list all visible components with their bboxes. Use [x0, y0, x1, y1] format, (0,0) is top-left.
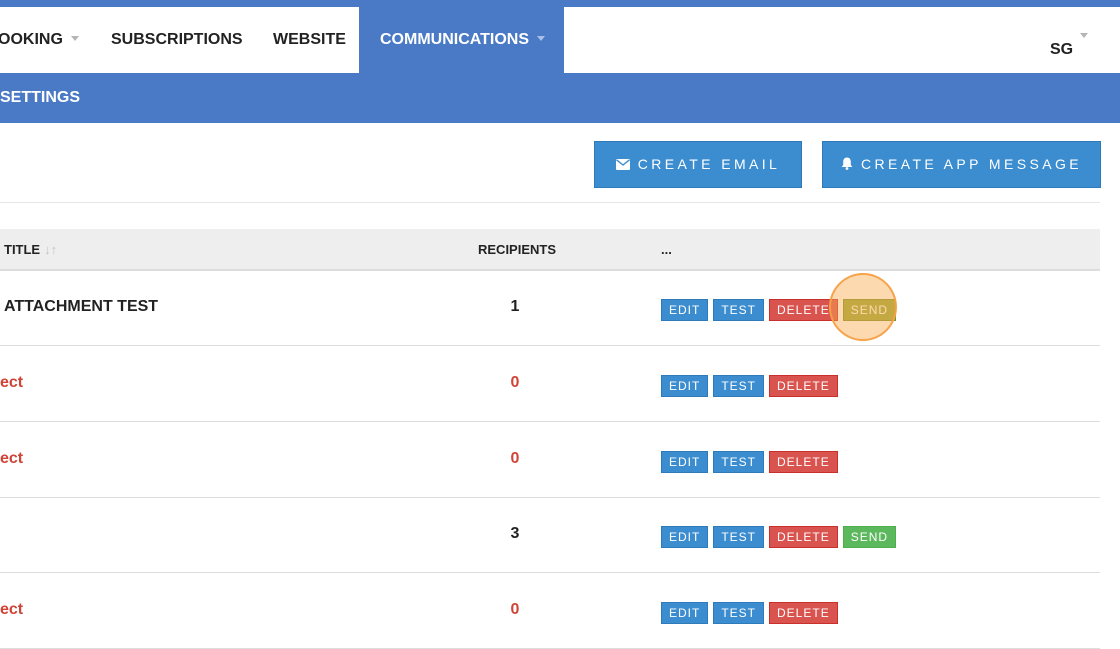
table-header: TITLE ↓↑ RECIPIENTS ...	[0, 229, 1100, 271]
create-app-message-button[interactable]: CREATE APP MESSAGE	[822, 141, 1101, 188]
create-email-button[interactable]: CREATE EMAIL	[594, 141, 802, 188]
test-button[interactable]: TEST	[713, 299, 765, 321]
sort-icon: ↓↑	[44, 242, 58, 257]
nav-item-label: SUBSCRIPTIONS	[111, 31, 243, 48]
row-title[interactable]: ect	[0, 423, 23, 495]
edit-button[interactable]: EDIT	[661, 526, 709, 548]
create-email-label: CREATE EMAIL	[637, 156, 781, 172]
column-actions-label: ...	[661, 242, 672, 257]
edit-button[interactable]: EDIT	[661, 375, 709, 397]
send-button[interactable]: SEND	[842, 299, 897, 321]
envelope-icon	[615, 159, 630, 170]
row-title[interactable]: ect	[0, 347, 23, 419]
create-app-message-label: CREATE APP MESSAGE	[861, 156, 1082, 172]
column-header-actions: ...	[661, 229, 672, 271]
nav-item-subscriptions[interactable]: SUBSCRIPTIONS	[111, 7, 243, 73]
test-button[interactable]: TEST	[713, 602, 765, 624]
nav-item-label: COMMUNICATIONS	[380, 31, 530, 48]
nav-item-website[interactable]: WEBSITE	[273, 7, 346, 73]
nav-item-booking[interactable]: OOKING	[0, 7, 79, 73]
column-title-label: TITLE	[4, 242, 41, 257]
row-recipients: 3	[510, 525, 520, 542]
delete-button[interactable]: DELETE	[769, 299, 838, 321]
test-button[interactable]: TEST	[713, 526, 765, 548]
row-actions: EDIT TEST DELETE	[661, 451, 843, 473]
top-accent-strip	[0, 0, 1120, 7]
delete-button[interactable]: DELETE	[769, 375, 838, 397]
sub-navbar: SETTINGS	[0, 73, 1120, 123]
delete-button[interactable]: DELETE	[769, 526, 838, 548]
subnav-item-settings[interactable]: SETTINGS	[0, 73, 80, 123]
toolbar-divider	[0, 202, 1100, 203]
row-recipients: 0	[510, 450, 520, 467]
table-row: ect 0 EDIT TEST DELETE	[0, 347, 1100, 422]
test-button[interactable]: TEST	[713, 451, 765, 473]
nav-item-label: WEBSITE	[273, 31, 346, 48]
row-recipients: 0	[510, 374, 520, 391]
chevron-down-icon	[70, 36, 79, 41]
column-recipients-label: RECIPIENTS	[478, 242, 557, 257]
row-title[interactable]: ect	[0, 574, 23, 646]
table-row: ATTACHMENT TEST 1 EDIT TEST DELETE SEND	[0, 271, 1100, 346]
table-row: ect 0 EDIT TEST DELETE	[0, 574, 1100, 649]
edit-button[interactable]: EDIT	[661, 602, 709, 624]
nav-item-label: OOKING	[0, 31, 63, 48]
row-actions: EDIT TEST DELETE SEND	[661, 526, 901, 548]
chevron-down-icon	[1080, 33, 1088, 38]
chevron-down-icon	[537, 36, 546, 41]
column-header-recipients: RECIPIENTS	[478, 229, 556, 271]
test-button[interactable]: TEST	[713, 375, 765, 397]
row-actions: EDIT TEST DELETE	[661, 375, 843, 397]
bell-icon	[841, 157, 853, 170]
table-row: ect 0 EDIT TEST DELETE	[0, 423, 1100, 498]
row-recipients: 1	[510, 298, 520, 315]
column-header-title[interactable]: TITLE ↓↑	[4, 229, 57, 271]
delete-button[interactable]: DELETE	[769, 451, 838, 473]
edit-button[interactable]: EDIT	[661, 451, 709, 473]
delete-button[interactable]: DELETE	[769, 602, 838, 624]
main-navbar: OOKING SUBSCRIPTIONS WEBSITE COMMUNICATI…	[0, 7, 1120, 73]
row-actions: EDIT TEST DELETE	[661, 602, 843, 624]
send-button[interactable]: SEND	[842, 526, 897, 548]
user-menu[interactable]: SG	[1050, 7, 1088, 73]
table-row: 3 EDIT TEST DELETE SEND	[0, 498, 1100, 573]
edit-button[interactable]: EDIT	[661, 299, 709, 321]
user-initials: SG	[1050, 41, 1074, 58]
nav-item-communications[interactable]: COMMUNICATIONS	[359, 7, 564, 73]
row-title[interactable]: ATTACHMENT TEST	[4, 271, 158, 343]
row-actions: EDIT TEST DELETE SEND	[661, 299, 901, 321]
row-recipients: 0	[510, 601, 520, 618]
